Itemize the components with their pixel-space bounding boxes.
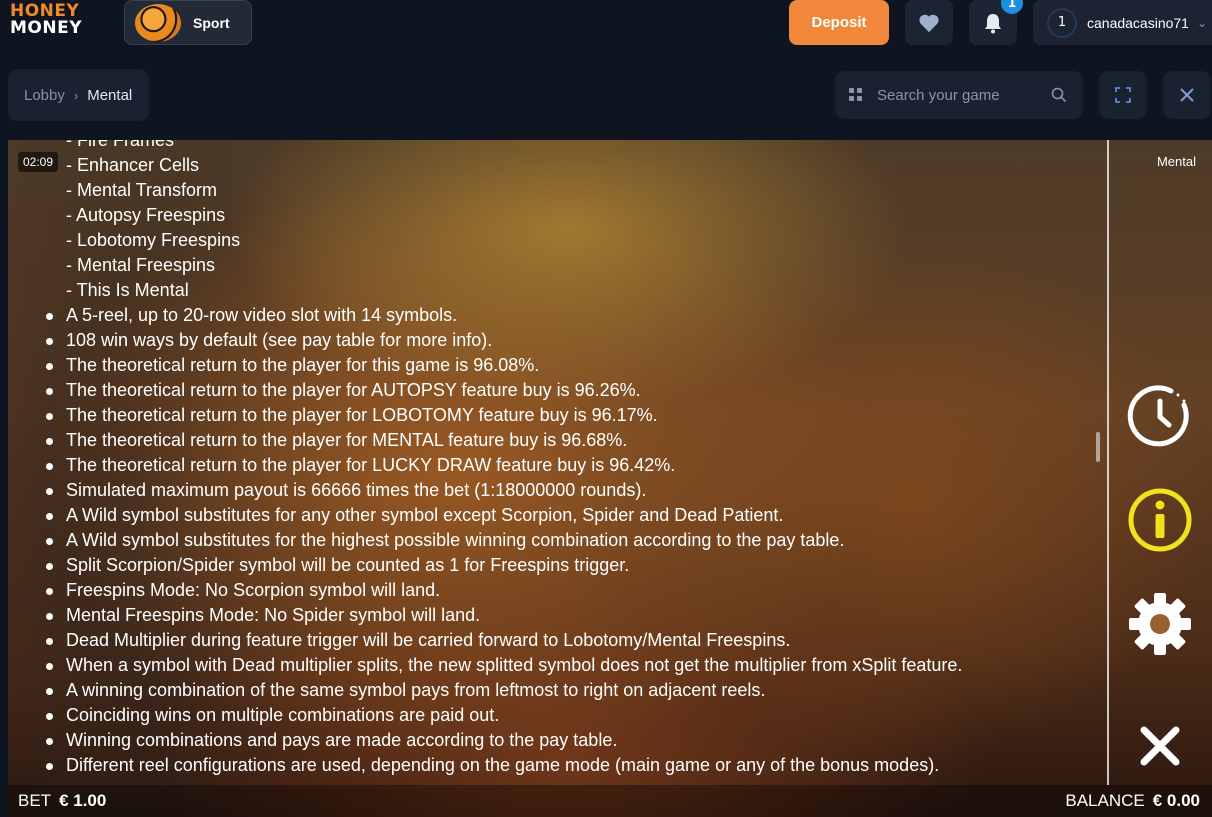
bet-display: BET € 1.00 bbox=[18, 791, 106, 811]
rules-list: A 5-reel, up to 20-row video slot with 1… bbox=[8, 303, 1088, 778]
heart-icon bbox=[919, 14, 939, 32]
close-game-window-button[interactable] bbox=[1163, 71, 1211, 119]
info-icon bbox=[1128, 488, 1192, 552]
deposit-button[interactable]: Deposit bbox=[789, 0, 889, 45]
game-frame: - Fire Frames - Enhancer Cells - Mental … bbox=[8, 140, 1212, 817]
balance-label: BALANCE bbox=[1065, 791, 1145, 810]
session-timer: 02:09 bbox=[18, 152, 58, 172]
rule-item: When a symbol with Dead multiplier split… bbox=[46, 653, 1088, 678]
user-level-badge: 1 bbox=[1047, 7, 1077, 38]
close-rules-button[interactable] bbox=[1124, 710, 1196, 782]
favorites-button[interactable] bbox=[905, 0, 953, 45]
balance-value: € 0.00 bbox=[1152, 791, 1200, 810]
fullscreen-icon bbox=[1115, 87, 1131, 103]
rule-item: Winning combinations and pays are made a… bbox=[46, 728, 1088, 753]
logo-line-2: MONEY bbox=[10, 18, 83, 38]
username: canadacasino71 bbox=[1087, 14, 1189, 31]
rule-item: Freespins Mode: No Scorpion symbol will … bbox=[46, 578, 1088, 603]
rule-item: The theoretical return to the player for… bbox=[46, 353, 1088, 378]
notifications-button[interactable]: 1 bbox=[969, 0, 1023, 45]
balance-display: BALANCE € 0.00 bbox=[1065, 791, 1200, 811]
breadcrumb-current: Mental bbox=[87, 86, 133, 104]
rule-item: Simulated maximum payout is 66666 times … bbox=[46, 478, 1088, 503]
feature-item: - Enhancer Cells bbox=[66, 155, 200, 175]
search-icon[interactable] bbox=[1051, 87, 1067, 103]
info-button[interactable] bbox=[1124, 484, 1196, 556]
feature-item: - This Is Mental bbox=[66, 280, 189, 300]
close-icon bbox=[1180, 88, 1194, 102]
history-button[interactable] bbox=[1124, 380, 1196, 452]
soccer-ball-icon bbox=[135, 3, 181, 42]
feature-item: - Fire Frames bbox=[66, 140, 174, 150]
bell-icon bbox=[985, 13, 1001, 33]
rule-item: The theoretical return to the player for… bbox=[46, 453, 1088, 478]
feature-item: - Autopsy Freespins bbox=[66, 205, 226, 225]
settings-button[interactable] bbox=[1124, 588, 1196, 660]
feature-item: - Mental Transform bbox=[66, 180, 218, 200]
rule-item: A 5-reel, up to 20-row video slot with 1… bbox=[46, 303, 1088, 328]
rule-item: The theoretical return to the player for… bbox=[46, 428, 1088, 453]
panel-divider bbox=[1107, 140, 1109, 785]
bet-value: € 1.00 bbox=[59, 791, 107, 810]
clock-icon bbox=[1127, 385, 1189, 447]
breadcrumb: Lobby › Mental bbox=[8, 69, 149, 121]
rule-item: Split Scorpion/Spider symbol will be cou… bbox=[46, 553, 1088, 578]
rule-item: 108 win ways by default (see pay table f… bbox=[46, 328, 1088, 353]
feature-list: - Fire Frames - Enhancer Cells - Mental … bbox=[8, 140, 1088, 303]
rule-item: The theoretical return to the player for… bbox=[46, 403, 1088, 428]
sport-label: Sport bbox=[193, 14, 230, 31]
rule-item: Mental Freespins Mode: No Spider symbol … bbox=[46, 603, 1088, 628]
game-search[interactable] bbox=[835, 71, 1083, 119]
gear-icon bbox=[1129, 593, 1191, 655]
notification-count-badge: 1 bbox=[1001, 0, 1023, 14]
site-logo[interactable]: HONEY MONEY bbox=[10, 3, 94, 41]
rule-item: The theoretical return to the player for… bbox=[46, 378, 1088, 403]
sport-button[interactable]: Sport bbox=[124, 0, 252, 45]
feature-item: - Lobotomy Freespins bbox=[66, 230, 241, 250]
fullscreen-button[interactable] bbox=[1099, 71, 1147, 119]
rule-item: Dead Multiplier during feature trigger w… bbox=[46, 628, 1088, 653]
top-bar: HONEY MONEY Sport Deposit 1 1 canadacasi… bbox=[0, 0, 1212, 56]
chevron-down-icon: ⌄ bbox=[1196, 15, 1208, 30]
grid-icon bbox=[849, 88, 863, 102]
rule-item: Different reel configurations are used, … bbox=[46, 753, 1088, 778]
rule-item: A Wild symbol substitutes for the highes… bbox=[46, 528, 1088, 553]
user-menu-button[interactable]: 1 canadacasino71 ⌄ bbox=[1033, 0, 1212, 45]
bet-label: BET bbox=[18, 791, 52, 810]
search-input[interactable] bbox=[877, 86, 1047, 104]
game-rules-text[interactable]: - Fire Frames - Enhancer Cells - Mental … bbox=[8, 140, 1088, 778]
game-status-bar: BET € 1.00 BALANCE € 0.00 bbox=[8, 785, 1212, 817]
chevron-right-icon: › bbox=[73, 87, 79, 103]
rule-item: A Wild symbol substitutes for any other … bbox=[46, 503, 1088, 528]
rule-item: A winning combination of the same symbol… bbox=[46, 678, 1088, 703]
rule-item: Coinciding wins on multiple combinations… bbox=[46, 703, 1088, 728]
close-icon bbox=[1140, 726, 1180, 766]
breadcrumb-lobby-link[interactable]: Lobby bbox=[24, 87, 65, 104]
rules-scrollbar[interactable] bbox=[1096, 432, 1100, 462]
game-title: Mental bbox=[1156, 154, 1196, 169]
feature-item: - Mental Freespins bbox=[66, 255, 216, 275]
